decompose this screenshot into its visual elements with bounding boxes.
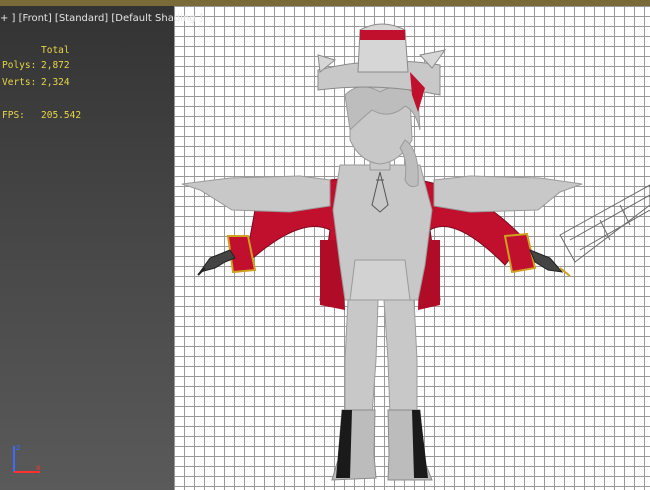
polys-value: 2,872 [41, 60, 70, 71]
verts-label: Verts: [2, 77, 37, 88]
stats-header: Total [41, 45, 70, 56]
fps-label: FPS: [2, 110, 25, 121]
verts-value: 2,324 [41, 77, 70, 88]
left-hand [197, 249, 236, 276]
wireframe-object[interactable] [559, 184, 650, 263]
character-model[interactable] [0, 0, 650, 490]
axis-gizmo-icon: z x [13, 443, 41, 473]
boots [331, 409, 433, 481]
viewport-front[interactable]: + ] [Front] [Standard] [Default Shading … [0, 0, 650, 490]
fps-value: 205.542 [41, 110, 82, 121]
svg-text:x: x [36, 463, 41, 472]
svg-text:z: z [16, 443, 20, 452]
right-cuff [503, 232, 537, 274]
polys-label: Polys: [2, 60, 37, 71]
viewport-label-menu[interactable]: + ] [Front] [Standard] [Default Shading … [0, 13, 203, 24]
legs [344, 299, 418, 416]
right-hand [529, 249, 571, 277]
